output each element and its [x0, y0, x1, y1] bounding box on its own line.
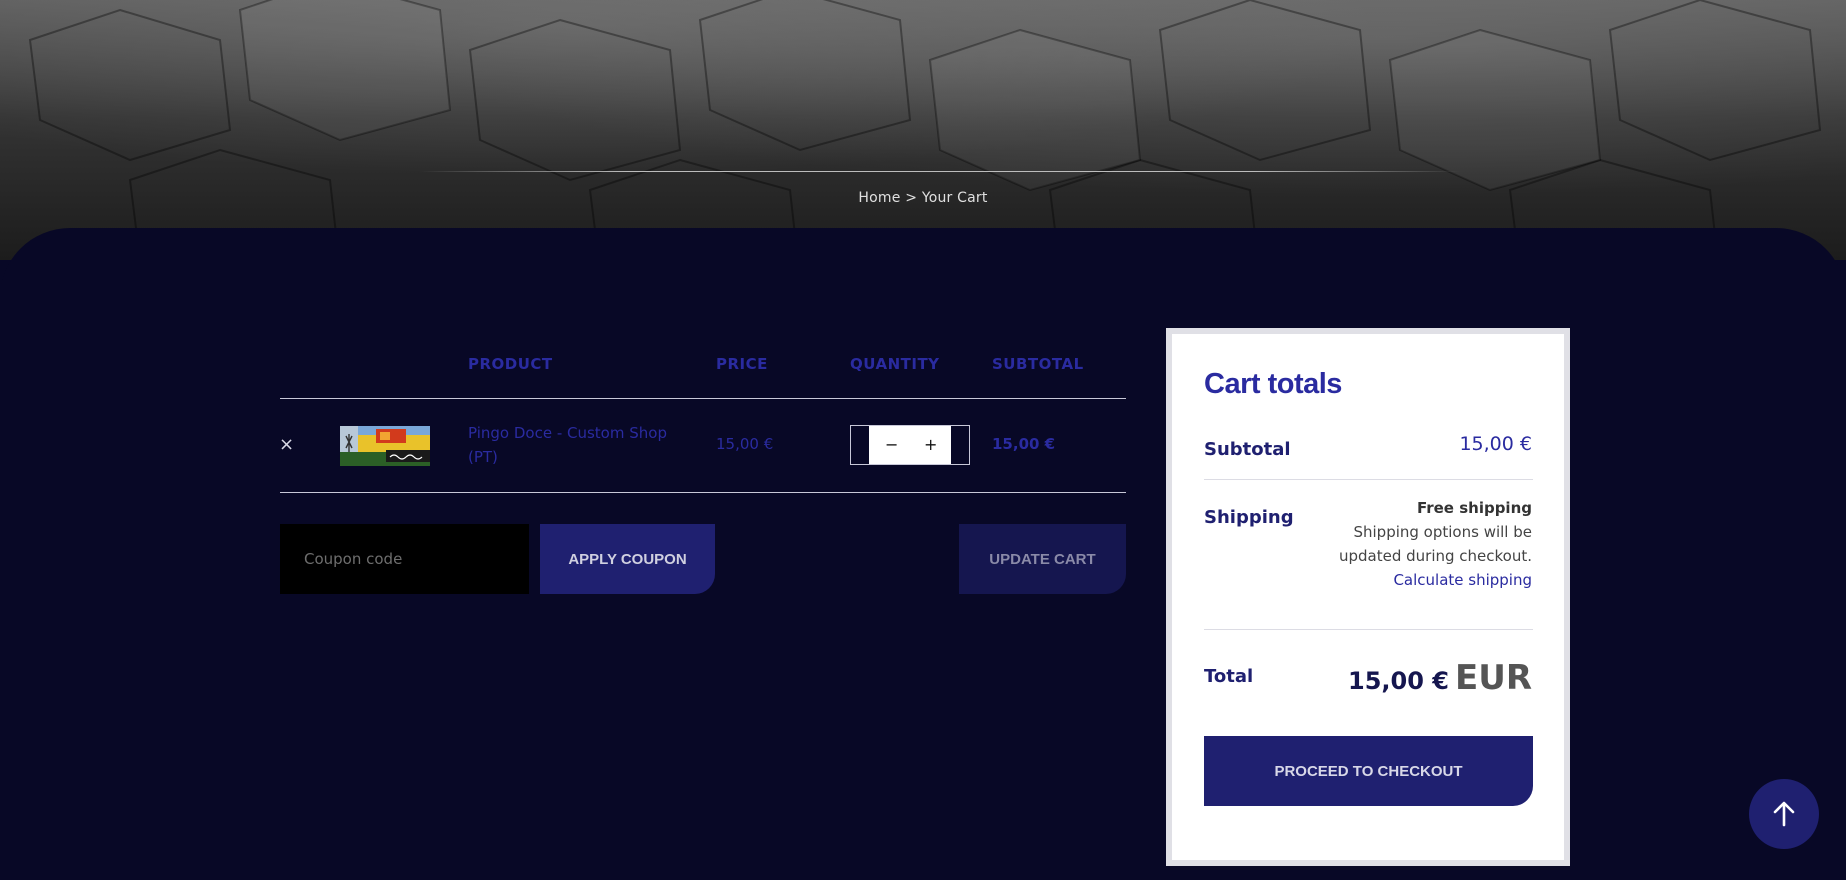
breadcrumb-current: Your Cart	[921, 190, 988, 206]
hexagon-pattern	[28, 0, 1822, 260]
apply-coupon-button[interactable]: Apply coupon	[540, 524, 715, 594]
quantity-stepper-edge-right	[951, 426, 969, 464]
update-cart-button[interactable]: Update cart	[959, 524, 1126, 594]
cart-totals-title: Cart totals	[1204, 368, 1342, 400]
calculate-shipping-link[interactable]: Calculate shipping	[1327, 568, 1532, 592]
breadcrumb: Home > Your Cart	[0, 190, 1846, 206]
page-header-banner: Home > Your Cart	[0, 0, 1846, 260]
totals-divider	[1204, 629, 1533, 630]
shipping-label: Shipping	[1204, 507, 1294, 528]
minus-icon[interactable]: −	[885, 435, 898, 454]
subtotal-value: 15,00 €	[1459, 433, 1532, 455]
shipping-note: Shipping options will be updated during …	[1338, 523, 1532, 565]
product-price: 15,00 €	[716, 435, 774, 453]
quantity-stepper[interactable]: − +	[850, 425, 970, 465]
product-thumbnail[interactable]	[340, 426, 430, 466]
total-label: Total	[1204, 666, 1254, 687]
breadcrumb-home-link[interactable]: Home	[858, 190, 900, 206]
totals-divider	[1204, 479, 1533, 480]
shipping-info: Free shipping Shipping options will be u…	[1327, 496, 1532, 592]
total-amount: 15,00 €	[1348, 667, 1449, 695]
row-subtotal: 15,00 €	[992, 435, 1056, 453]
shipping-method: Free shipping	[1416, 499, 1532, 517]
header-divider	[420, 171, 1460, 172]
proceed-to-checkout-button[interactable]: Proceed to checkout	[1204, 736, 1533, 806]
plus-icon[interactable]: +	[924, 435, 937, 454]
product-name-link[interactable]: Pingo Doce - Custom Shop (PT)	[468, 421, 698, 469]
quantity-stepper-edge-left	[851, 426, 869, 464]
arrow-up-icon	[1773, 801, 1795, 827]
column-header-quantity: QUANTITY	[850, 355, 940, 373]
close-icon[interactable]: ×	[279, 434, 294, 455]
column-header-subtotal: SUBTOTAL	[992, 355, 1084, 373]
table-divider	[280, 492, 1126, 493]
scroll-to-top-button[interactable]	[1749, 779, 1819, 849]
table-divider	[280, 398, 1126, 399]
cart-totals-panel: Cart totals Subtotal 15,00 € Shipping Fr…	[1166, 328, 1570, 866]
column-header-price: PRICE	[716, 355, 768, 373]
total-value: 15,00 € EUR	[1348, 658, 1532, 698]
subtotal-label: Subtotal	[1204, 439, 1291, 460]
total-currency: EUR	[1454, 658, 1532, 698]
coupon-code-input[interactable]	[280, 524, 529, 594]
column-header-product: PRODUCT	[468, 355, 553, 373]
breadcrumb-separator: >	[905, 190, 918, 206]
